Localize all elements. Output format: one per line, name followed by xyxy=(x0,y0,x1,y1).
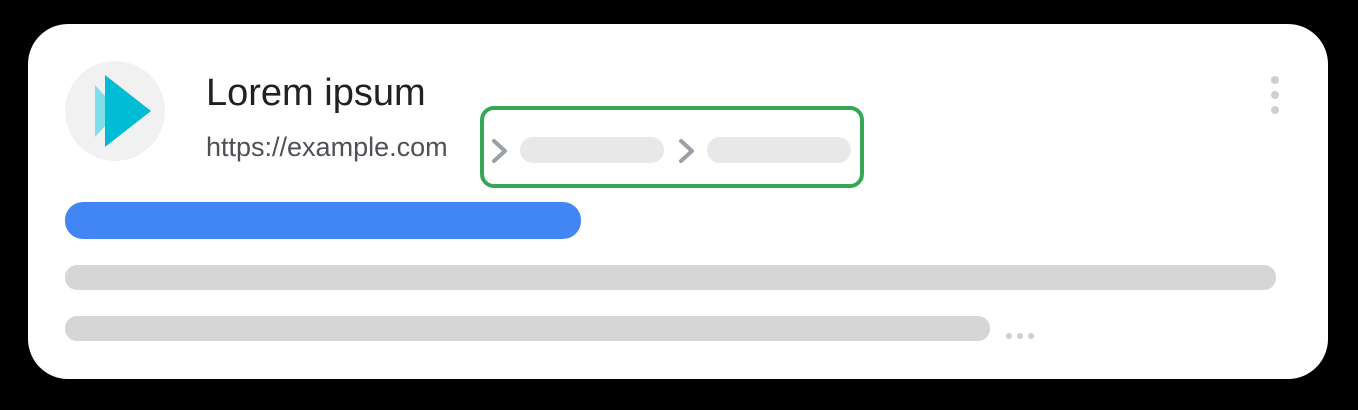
play-icon xyxy=(95,75,151,147)
breadcrumb-highlight xyxy=(480,106,864,188)
snippet-line-placeholder xyxy=(65,316,990,341)
result-url[interactable]: https://example.com xyxy=(206,130,448,164)
more-vert-icon[interactable] xyxy=(1262,76,1288,116)
snippet-line-placeholder xyxy=(65,265,1276,290)
result-link-placeholder[interactable] xyxy=(65,202,581,239)
search-result-card[interactable]: Lorem ipsum https://example.com xyxy=(28,24,1328,379)
ellipsis-icon xyxy=(1004,333,1036,341)
site-favicon xyxy=(65,61,165,161)
result-title[interactable]: Lorem ipsum xyxy=(206,70,426,116)
